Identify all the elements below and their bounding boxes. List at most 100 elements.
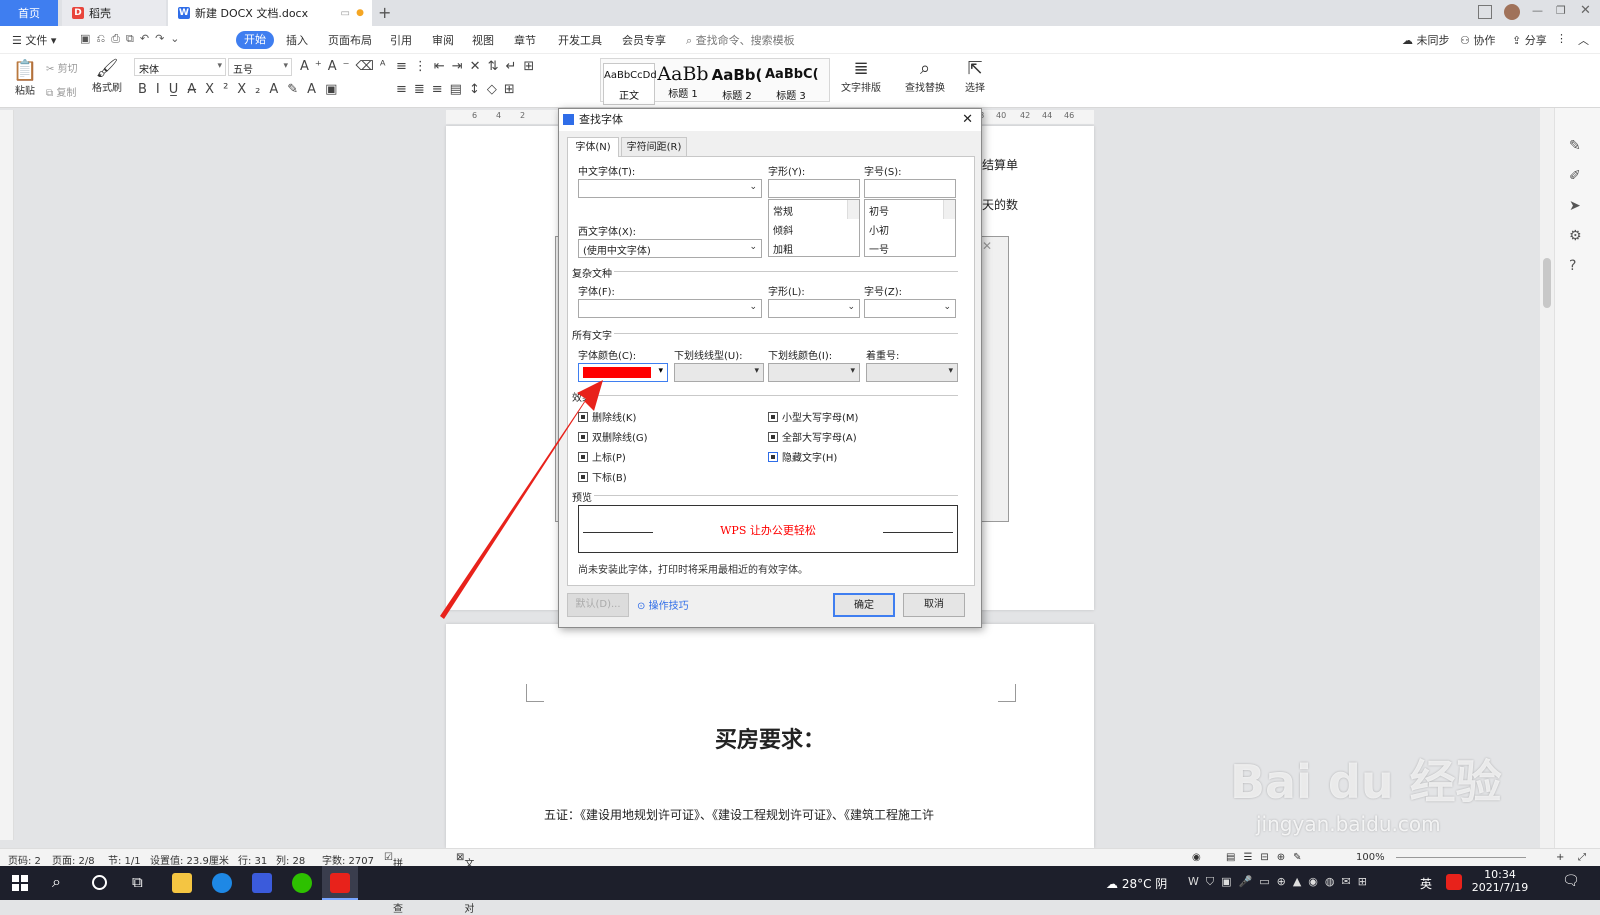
cn-font-select[interactable]: ⌄ — [578, 179, 762, 198]
vertical-scrollbar[interactable] — [1540, 108, 1554, 848]
style-icon[interactable]: ✎ — [1569, 138, 1581, 154]
wps-taskbar-button[interactable] — [322, 866, 358, 900]
list-item[interactable]: 小初 — [865, 219, 955, 238]
tab-view[interactable]: 视图 — [472, 32, 494, 48]
cx-size-select[interactable]: ⌄ — [864, 299, 956, 318]
list-item[interactable]: 倾斜 — [769, 219, 859, 238]
paste-button[interactable]: 📋 粘贴 — [10, 58, 40, 97]
avatar[interactable] — [1504, 4, 1520, 20]
underline-select[interactable]: ▾ — [674, 363, 764, 382]
close-icon[interactable]: ✕ — [982, 239, 992, 253]
eye-icon[interactable]: ◉ — [1192, 852, 1201, 863]
font-select[interactable]: 宋体 — [134, 58, 226, 76]
close-icon[interactable]: ✕ — [962, 109, 973, 131]
style-input[interactable] — [768, 179, 860, 198]
text-layout-button[interactable]: ≣ 文字排版 — [836, 58, 886, 94]
document-page-2[interactable]: 买房要求： 五证：《建设用地规划许可证》、《建设工程规划许可证》、《建筑工程施工… — [446, 624, 1094, 848]
format-painter-button[interactable]: 🖌 格式刷 — [92, 58, 122, 94]
layout-icon[interactable] — [1478, 5, 1492, 19]
default-button[interactable]: 默认(D)... — [567, 593, 629, 617]
tray-icons[interactable]: W⛉▣🎤▭⊕▲◉◍✉⊞ — [1188, 875, 1374, 889]
tab-review[interactable]: 审阅 — [432, 32, 454, 48]
tab-developer[interactable]: 开发工具 — [558, 32, 602, 48]
monitor-icon[interactable]: ▭ — [341, 8, 350, 19]
file-explorer-icon[interactable] — [172, 873, 192, 893]
close-window-icon[interactable]: ✕ — [1580, 3, 1591, 18]
minimize-icon[interactable]: — — [1532, 4, 1543, 17]
all-caps-checkbox[interactable]: 全部大写字母(A) — [768, 429, 857, 444]
task-view-icon[interactable]: ⧉ — [132, 873, 143, 891]
strikethrough-checkbox[interactable]: 删除线(K) — [578, 409, 636, 424]
tab-page-layout[interactable]: 页面布局 — [328, 32, 372, 48]
status-pages[interactable]: 页面: 2/8 — [52, 852, 95, 867]
cortana-icon[interactable] — [92, 875, 107, 890]
weather-widget[interactable]: ☁ 28°C 阴 — [1106, 875, 1167, 892]
zoom-level[interactable]: 100% — [1356, 852, 1385, 863]
tab-daoke[interactable]: D 稻壳 — [62, 0, 166, 26]
double-strike-checkbox[interactable]: 双删除线(G) — [578, 429, 648, 444]
small-caps-checkbox[interactable]: 小型大写字母(M) — [768, 409, 858, 424]
ime-icon[interactable] — [1446, 874, 1462, 890]
zoom-slider[interactable] — [1396, 857, 1526, 858]
underline-color-select[interactable]: ▾ — [768, 363, 860, 382]
style-normal[interactable]: AaBbCcDd 正文 — [603, 63, 657, 105]
select-button[interactable]: ⇱ 选择 — [958, 58, 992, 94]
tab-insert[interactable]: 插入 — [286, 32, 308, 48]
tab-references[interactable]: 引用 — [390, 32, 412, 48]
unsync-button[interactable]: ☁ 未同步 — [1402, 32, 1450, 48]
paragraph-tools-row2[interactable]: ≡≣≡▤↕◇⊞ — [396, 82, 522, 97]
status-page-code[interactable]: 页码: 2 — [8, 852, 41, 867]
settings-icon[interactable]: ⚙ — [1569, 228, 1582, 244]
cut-button[interactable]: ✂ 剪切 — [46, 60, 78, 75]
view-mode-icons[interactable]: ▤☰⊟⊕✎ — [1226, 852, 1310, 863]
style-h3[interactable]: AaBbC(标题 3 — [765, 63, 819, 105]
proofread-button[interactable]: ⊠ 文档校对 — [456, 852, 474, 915]
search-icon[interactable]: ⌕ — [52, 872, 61, 892]
list-item[interactable]: 常规 — [769, 200, 859, 219]
font-tools-row1[interactable]: A⁺A⁻⌫ᴬ — [300, 59, 392, 74]
wechat-icon[interactable] — [292, 873, 312, 893]
more-icon[interactable]: ⋮ — [1556, 32, 1567, 45]
restore-icon[interactable]: ❐ — [1556, 4, 1566, 17]
file-menu[interactable]: ☰ 文件 ▾ — [12, 32, 56, 48]
edge-icon[interactable] — [212, 873, 232, 893]
app-icon[interactable] — [252, 873, 272, 893]
tab-chapter[interactable]: 章节 — [514, 32, 536, 48]
tab-font[interactable]: 字体(N) — [567, 137, 619, 157]
size-select[interactable]: 五号 — [228, 58, 292, 76]
cx-font-select[interactable]: ⌄ — [578, 299, 762, 318]
new-tab-icon[interactable]: + — [378, 3, 391, 22]
paragraph-tools-row1[interactable]: ≡⋮⇤⇥✕⇅↵⊞ — [396, 59, 541, 74]
tab-member[interactable]: 会员专享 — [622, 32, 666, 48]
collab-button[interactable]: ⚇ 协作 — [1460, 32, 1495, 48]
subscript-checkbox[interactable]: 下标(B) — [578, 469, 627, 484]
tips-link[interactable]: ⊙ 操作技巧 — [637, 597, 689, 612]
quick-access-icons[interactable]: ▣⎌⎙⧉↶↷⌄ — [80, 32, 186, 46]
emphasis-select[interactable]: ▾ — [866, 363, 958, 382]
pen-icon[interactable]: ✐ — [1569, 168, 1581, 184]
tab-document[interactable]: W 新建 DOCX 文档.docx ▭ ● — [168, 0, 372, 26]
scroll-thumb[interactable] — [1543, 258, 1551, 308]
style-h2[interactable]: AaBb(标题 2 — [711, 63, 763, 105]
collapse-ribbon-icon[interactable]: ︿ — [1578, 32, 1589, 48]
windows-start-icon[interactable] — [12, 875, 28, 891]
spell-check-button[interactable]: ☑ 拼写检查 — [384, 852, 403, 915]
style-list[interactable]: 常规 倾斜 加粗 — [768, 199, 860, 257]
font-tools-row2[interactable]: BIU̲A̶X²X₂A✎A▣ — [138, 82, 346, 97]
size-list[interactable]: 初号 小初 一号 — [864, 199, 956, 257]
tab-char-spacing[interactable]: 字符间距(R) — [621, 137, 687, 157]
input-language[interactable]: 英 — [1420, 875, 1432, 892]
find-replace-button[interactable]: ⌕ 查找替换 — [900, 58, 950, 94]
list-scrollbar[interactable] — [847, 200, 859, 219]
tab-start[interactable]: 开始 — [236, 31, 274, 49]
share-button[interactable]: ⇪ 分享 — [1512, 32, 1547, 48]
ok-button[interactable]: 确定 — [833, 593, 895, 617]
cancel-button[interactable]: 取消 — [903, 593, 965, 617]
status-words[interactable]: 字数: 2707 — [322, 852, 374, 867]
font-color-select[interactable]: ▾ — [578, 363, 668, 382]
help-icon[interactable]: ? — [1569, 258, 1576, 274]
west-font-select[interactable]: (使用中文字体) ⌄ — [578, 239, 762, 258]
pointer-icon[interactable]: ➤ — [1569, 198, 1581, 214]
superscript-checkbox[interactable]: 上标(P) — [578, 449, 626, 464]
tab-home[interactable]: 首页 — [0, 0, 58, 26]
